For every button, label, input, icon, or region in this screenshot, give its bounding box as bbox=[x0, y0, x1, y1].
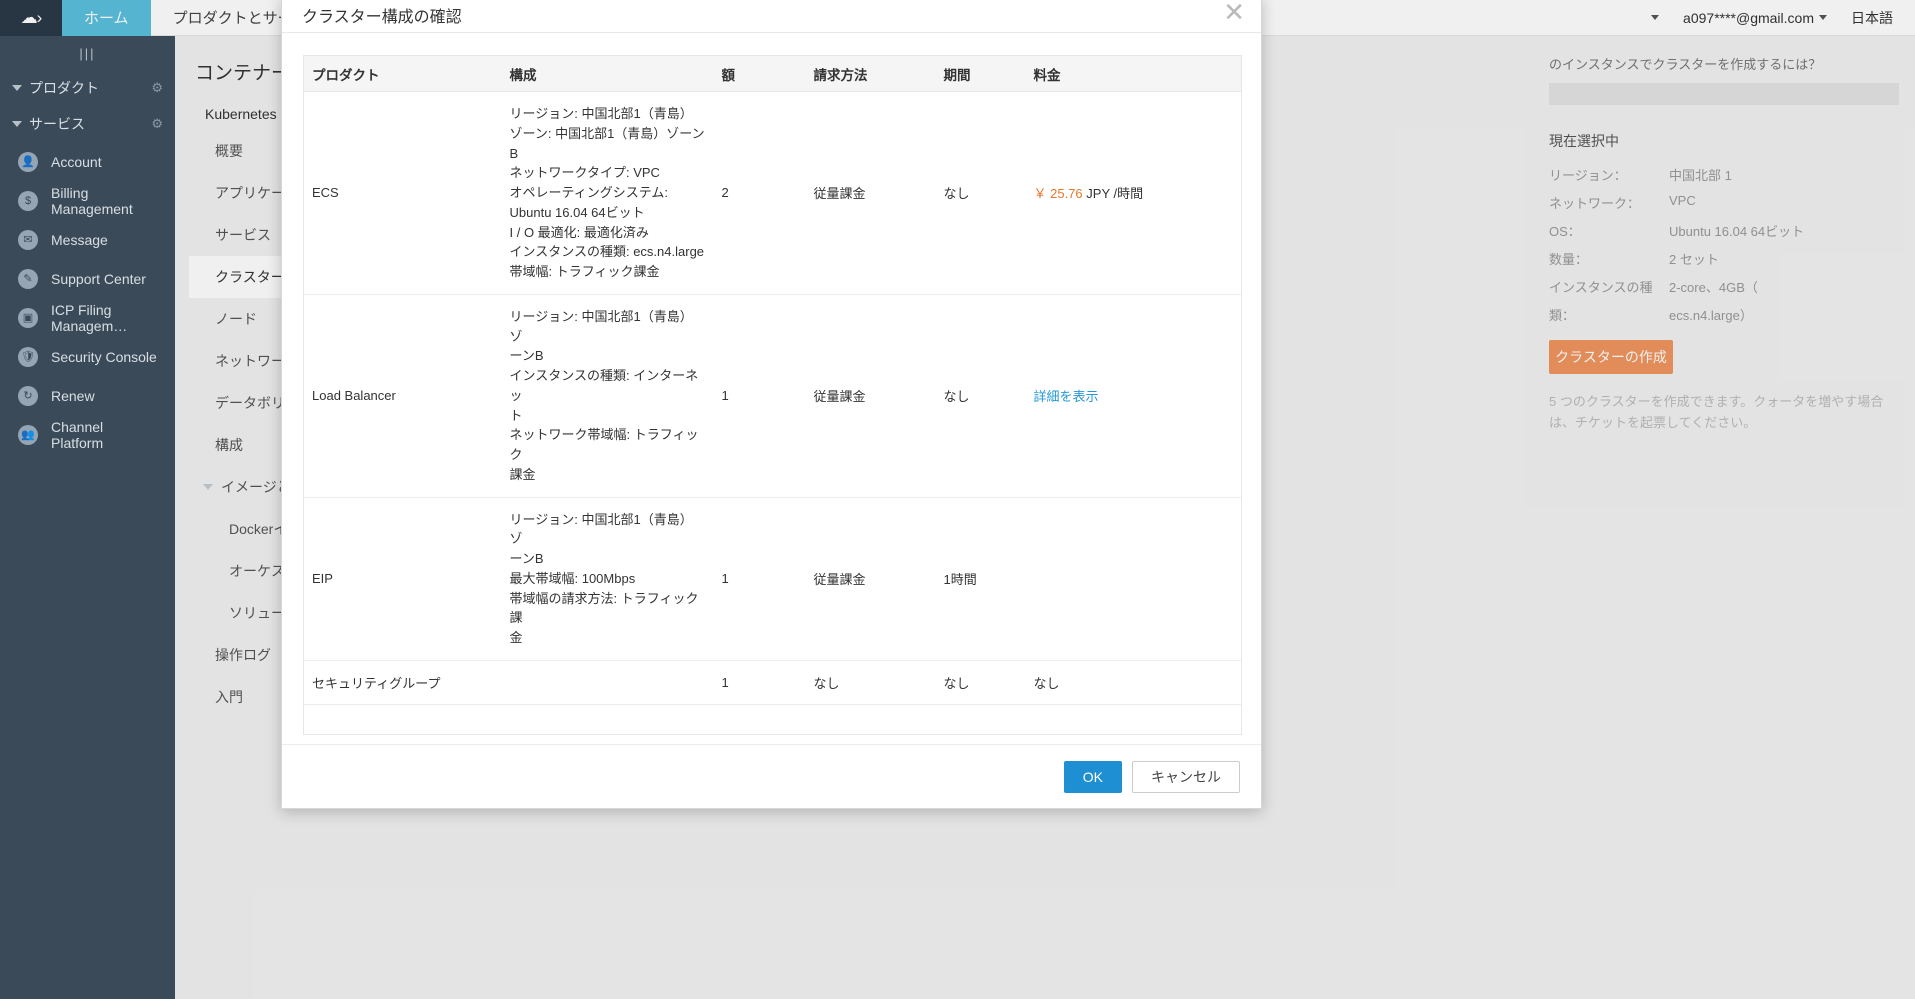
config-line: ゾーン: 中国北部1（青島）ゾーンB bbox=[509, 125, 705, 161]
cell-price: 詳細を表示 bbox=[1025, 294, 1242, 498]
config-line: インスタンスの種類: ecs.n4.large bbox=[509, 244, 705, 260]
cell-product: ECS bbox=[303, 91, 502, 295]
config-line: 課金 bbox=[509, 466, 536, 482]
config-line: リージョン: 中国北部1（青島）ゾ bbox=[509, 308, 693, 344]
cell-billing: 従量課金 bbox=[805, 91, 936, 295]
cell-term: なし bbox=[935, 294, 1026, 498]
cluster-confirm-dialog: クラスター構成の確認 ✕ プロダクト 構成 額 請求方法 期間 料金 ECS リ… bbox=[281, 0, 1262, 809]
cell-billing: なし bbox=[805, 660, 936, 705]
config-line: ネットワークタイプ: VPC bbox=[509, 165, 660, 181]
col-header-billing: 請求方法 bbox=[805, 55, 936, 92]
config-line: 帯域幅: トラフィック課金 bbox=[509, 264, 660, 279]
cell-price bbox=[1025, 497, 1242, 661]
cell-billing: 従量課金 bbox=[805, 294, 936, 498]
ok-button[interactable]: OK bbox=[1063, 760, 1122, 793]
table-row: セキュリティグループ 1 なし なし なし bbox=[303, 660, 1242, 705]
cell-config: リージョン: 中国北部1（青島） ゾーン: 中国北部1（青島）ゾーンB ネットワ… bbox=[501, 91, 714, 295]
config-line: ト bbox=[509, 407, 523, 423]
cell-product: EIP bbox=[303, 497, 502, 661]
price-amount: ￥ 25.76 bbox=[1033, 186, 1083, 202]
config-line: ネットワーク帯域幅: トラフィック bbox=[509, 427, 699, 462]
config-line: リージョン: 中国北部1（青島） bbox=[509, 106, 693, 121]
col-header-term: 期間 bbox=[935, 55, 1026, 92]
cell-product: Load Balancer bbox=[303, 294, 502, 498]
col-header-amount: 額 bbox=[713, 55, 806, 92]
config-line: ーンB bbox=[509, 551, 544, 566]
cell-billing: 従量課金 bbox=[805, 497, 936, 661]
config-line-list: リージョン: 中国北部1（青島）ゾ ーンB 最大帯域幅: 100Mbps 帯域幅… bbox=[510, 510, 706, 648]
cell-term: 1時間 bbox=[935, 497, 1026, 661]
configuration-table: プロダクト 構成 額 請求方法 期間 料金 ECS リージョン: 中国北部1（青… bbox=[303, 55, 1242, 735]
price-unit: JPY /時間 bbox=[1086, 186, 1144, 202]
config-line: ーンB bbox=[509, 348, 544, 364]
cell-price: なし bbox=[1025, 660, 1242, 705]
table-row: EIP リージョン: 中国北部1（青島）ゾ ーンB 最大帯域幅: 100Mbps… bbox=[303, 497, 1242, 661]
table-row: ECS リージョン: 中国北部1（青島） ゾーン: 中国北部1（青島）ゾーンB … bbox=[303, 91, 1242, 295]
config-line: I / O 最適化: 最適化済み bbox=[509, 224, 649, 240]
cell-term: なし bbox=[935, 660, 1026, 705]
config-line: 帯域幅の請求方法: トラフィック課 bbox=[509, 590, 699, 626]
cell-amount: 1 bbox=[713, 497, 806, 661]
price-unit: なし bbox=[1033, 675, 1060, 691]
cell-amount: 2 bbox=[713, 91, 806, 295]
cell-amount: 1 bbox=[713, 660, 806, 705]
table-spacer-row bbox=[304, 704, 1242, 734]
cell-config bbox=[501, 660, 714, 705]
config-line: リージョン: 中国北部1（青島）ゾ bbox=[509, 511, 693, 547]
dialog-footer: OK キャンセル bbox=[282, 744, 1261, 808]
config-line: 最大帯域幅: 100Mbps bbox=[509, 570, 636, 586]
dialog-body: プロダクト 構成 額 請求方法 期間 料金 ECS リージョン: 中国北部1（青… bbox=[282, 33, 1261, 744]
config-line: インスタンスの種類: インターネッ bbox=[509, 368, 699, 403]
cell-config: リージョン: 中国北部1（青島）ゾ ーンB 最大帯域幅: 100Mbps 帯域幅… bbox=[501, 497, 714, 661]
config-line: Ubuntu 16.04 64ビット bbox=[509, 204, 645, 220]
dialog-title: クラスター構成の確認 bbox=[302, 8, 462, 26]
table-header-row: プロダクト 構成 額 請求方法 期間 料金 bbox=[303, 55, 1242, 92]
config-line: 金 bbox=[509, 630, 523, 645]
col-header-product: プロダクト bbox=[303, 55, 502, 92]
table-row: Load Balancer リージョン: 中国北部1（青島）ゾ ーンB インスタ… bbox=[303, 294, 1242, 498]
config-line-list: リージョン: 中国北部1（青島）ゾ ーンB インスタンスの種類: インターネッ … bbox=[510, 307, 706, 485]
cell-price: ￥ 25.76 JPY /時間 bbox=[1025, 91, 1242, 295]
show-details-link[interactable]: 詳細を表示 bbox=[1034, 389, 1099, 404]
col-header-config: 構成 bbox=[501, 55, 714, 92]
close-icon[interactable]: ✕ bbox=[1223, 0, 1245, 25]
config-line-list: リージョン: 中国北部1（青島） ゾーン: 中国北部1（青島）ゾーンB ネットワ… bbox=[510, 104, 706, 282]
cell-config: リージョン: 中国北部1（青島）ゾ ーンB インスタンスの種類: インターネッ … bbox=[501, 294, 714, 498]
cell-term: なし bbox=[935, 91, 1026, 295]
config-line: オペレーティングシステム: bbox=[509, 185, 668, 200]
col-header-price: 料金 bbox=[1025, 55, 1242, 92]
page-background: ☁› ホーム プロダクトとサービス a097****@gmail.com 日本語… bbox=[0, 0, 1915, 999]
dialog-header: クラスター構成の確認 ✕ bbox=[282, 0, 1261, 33]
cell-product: セキュリティグループ bbox=[303, 660, 502, 705]
cell-amount: 1 bbox=[713, 294, 806, 498]
cancel-button[interactable]: キャンセル bbox=[1132, 760, 1240, 793]
